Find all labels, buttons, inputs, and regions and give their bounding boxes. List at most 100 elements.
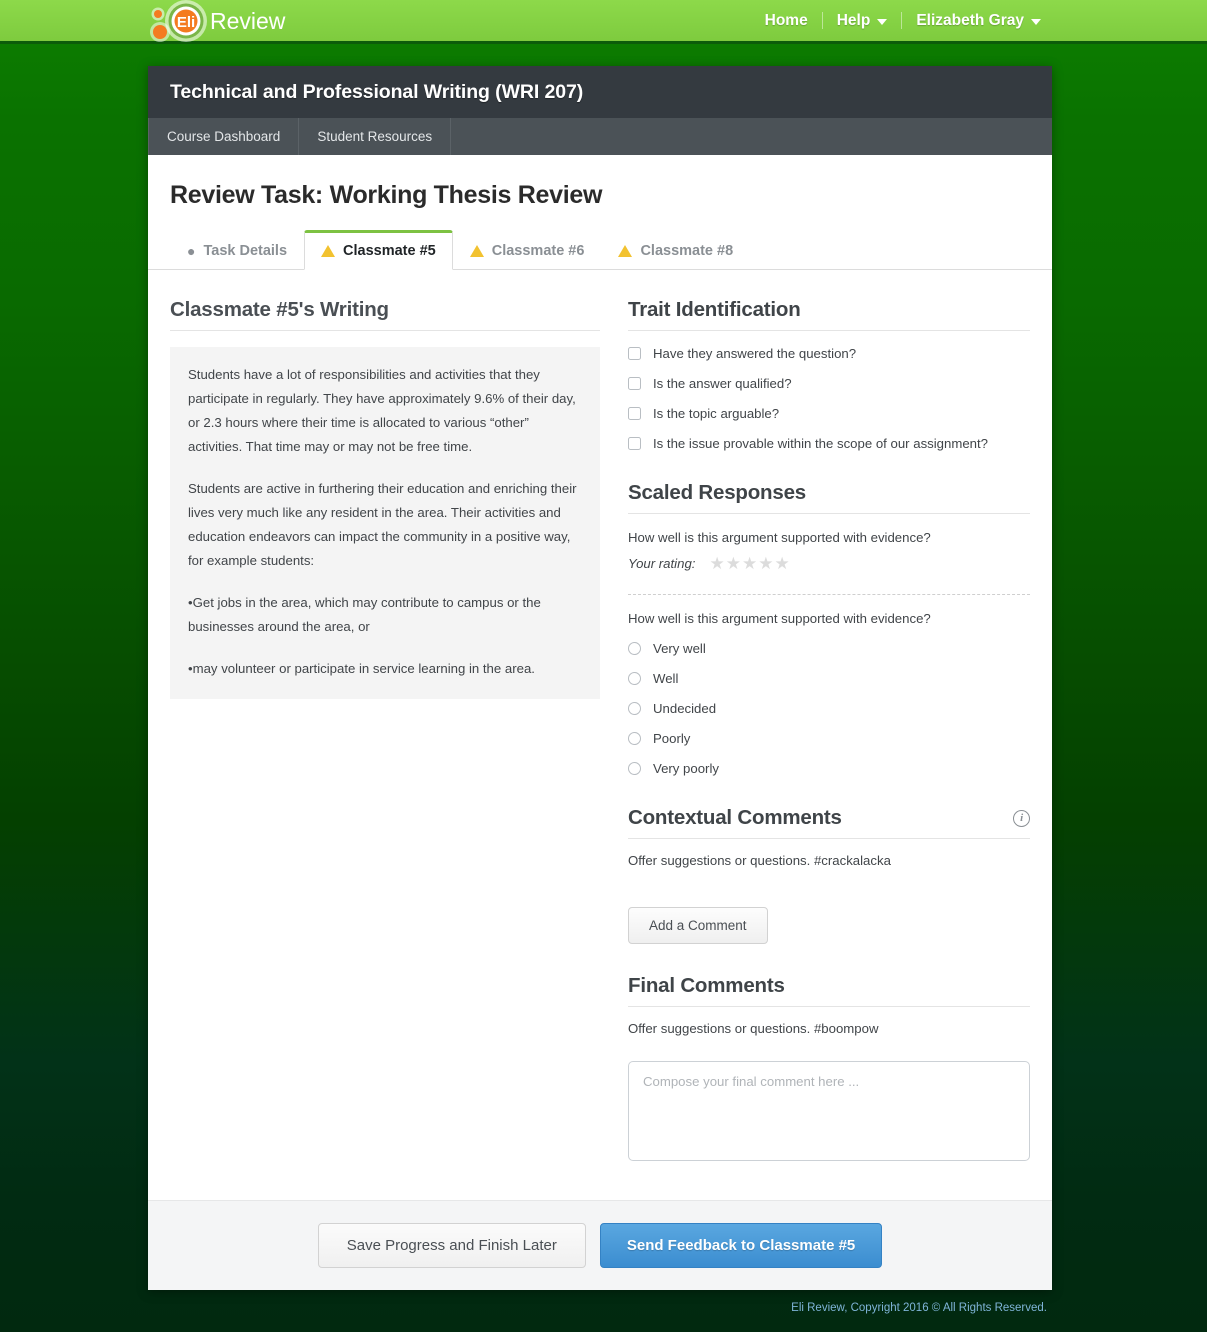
trait-checkbox-row[interactable]: Is the issue provable within the scope o… bbox=[628, 436, 1030, 451]
nav-user-label: Elizabeth Gray bbox=[916, 11, 1024, 29]
final-comments-heading: Final Comments bbox=[628, 974, 1030, 1008]
contextual-comments-heading-label: Contextual Comments bbox=[628, 806, 842, 829]
course-nav: Course Dashboard Student Resources bbox=[148, 118, 1052, 155]
warning-triangle-icon bbox=[469, 245, 484, 257]
global-nav: Home Help Elizabeth Gray bbox=[751, 0, 1055, 41]
trait-identification-heading-label: Trait Identification bbox=[628, 298, 801, 321]
tab-classmate-8-label: Classmate #8 bbox=[640, 243, 734, 259]
tab-classmate-5[interactable]: Classmate #5 bbox=[304, 230, 453, 270]
radio-option-row[interactable]: Undecided bbox=[628, 701, 1030, 716]
final-comment-textarea[interactable] bbox=[628, 1061, 1030, 1162]
trait-checkbox-label: Is the topic arguable? bbox=[653, 406, 780, 421]
save-progress-button[interactable]: Save Progress and Finish Later bbox=[317, 1223, 586, 1269]
radio-option-label: Undecided bbox=[653, 701, 717, 716]
trait-identification-heading: Trait Identification bbox=[628, 298, 1030, 331]
trait-checkbox-row[interactable]: Have they answered the question? bbox=[628, 346, 1030, 361]
scaled-responses-heading: Scaled Responses bbox=[628, 481, 1030, 514]
course-title: Technical and Professional Writing (WRI … bbox=[170, 80, 584, 103]
radio-option-row[interactable]: Well bbox=[628, 671, 1030, 686]
global-header: Eli Review Home Help Elizabeth Gray bbox=[0, 0, 1207, 44]
writing-paragraph: Students are active in furthering their … bbox=[188, 481, 577, 569]
checkbox-icon[interactable] bbox=[628, 407, 641, 420]
radio-option-label: Well bbox=[653, 671, 679, 686]
radio-icon[interactable] bbox=[628, 762, 641, 775]
star-icon[interactable]: ★ bbox=[726, 555, 741, 572]
radio-icon[interactable] bbox=[628, 642, 641, 655]
star-icon[interactable]: ★ bbox=[774, 555, 789, 572]
card-body: Review Task: Working Thesis Review ● Tas… bbox=[148, 155, 1052, 1291]
final-comments-prompt: Offer suggestions or questions. #boompow bbox=[628, 1021, 879, 1037]
radio-option-row[interactable]: Very poorly bbox=[628, 761, 1030, 776]
nav-help[interactable]: Help bbox=[823, 12, 902, 30]
main-card: Technical and Professional Writing (WRI … bbox=[148, 66, 1052, 1291]
nav-home-label: Home bbox=[764, 11, 808, 29]
star-rating-control[interactable]: Your rating: ★ ★ ★ ★ ★ bbox=[628, 555, 1030, 572]
course-nav-dashboard[interactable]: Course Dashboard bbox=[148, 118, 300, 155]
trait-checkbox-label: Is the issue provable within the scope o… bbox=[653, 436, 989, 451]
info-circle-icon[interactable]: i bbox=[1013, 809, 1030, 827]
writing-paragraph: Students have a lot of responsibilities … bbox=[188, 367, 576, 455]
chevron-down-icon bbox=[877, 18, 888, 25]
writing-column: Classmate #5's Writing Students have a l… bbox=[170, 298, 600, 1166]
radio-option-label: Very poorly bbox=[653, 761, 719, 776]
writing-paragraph: •Get jobs in the area, which may contrib… bbox=[188, 595, 541, 635]
checkbox-icon[interactable] bbox=[628, 437, 641, 450]
eli-review-logo[interactable]: Eli Review bbox=[144, 0, 294, 44]
writing-text-box: Students have a lot of responsibilities … bbox=[170, 347, 600, 700]
nav-user-menu[interactable]: Elizabeth Gray bbox=[902, 12, 1055, 30]
review-tabs: ● Task Details Classmate #5 Classmate #6… bbox=[148, 230, 1052, 270]
copyright-text: Eli Review, Copyright 2016 © All Rights … bbox=[791, 1302, 1047, 1314]
radio-option-label: Poorly bbox=[653, 731, 691, 746]
star-question: How well is this argument supported with… bbox=[628, 530, 931, 545]
tab-classmate-5-label: Classmate #5 bbox=[343, 243, 436, 259]
trait-checkbox-label: Have they answered the question? bbox=[653, 346, 857, 361]
writing-heading: Classmate #5's Writing bbox=[170, 298, 600, 331]
final-comments-heading-label: Final Comments bbox=[628, 974, 785, 998]
action-bar: Save Progress and Finish Later Send Feed… bbox=[148, 1200, 1052, 1291]
tab-classmate-6-label: Classmate #6 bbox=[491, 243, 585, 259]
radio-option-row[interactable]: Poorly bbox=[628, 731, 1030, 746]
star-rating-stars[interactable]: ★ ★ ★ ★ ★ bbox=[709, 555, 789, 572]
trait-checkbox-label: Is the answer qualified? bbox=[653, 376, 792, 391]
star-icon[interactable]: ★ bbox=[709, 555, 724, 572]
course-header: Technical and Professional Writing (WRI … bbox=[148, 66, 1052, 118]
nav-home[interactable]: Home bbox=[751, 12, 822, 30]
tab-classmate-8[interactable]: Classmate #8 bbox=[601, 232, 750, 270]
checkbox-icon[interactable] bbox=[628, 347, 641, 360]
star-rating-label: Your rating: bbox=[628, 556, 696, 571]
tab-task-details-label: Task Details bbox=[203, 243, 288, 259]
checkbox-icon[interactable] bbox=[628, 377, 641, 390]
star-icon[interactable]: ★ bbox=[742, 555, 757, 572]
course-nav-resources-label: Student Resources bbox=[317, 129, 433, 144]
star-icon[interactable]: ★ bbox=[758, 555, 773, 572]
eli-review-logo-svg: Eli Review bbox=[150, 0, 286, 42]
trait-checkbox-row[interactable]: Is the topic arguable? bbox=[628, 406, 1030, 421]
nav-help-label: Help bbox=[836, 11, 871, 29]
contextual-comments-heading: Contextual Comments i bbox=[628, 806, 1030, 839]
radio-icon[interactable] bbox=[628, 702, 641, 715]
send-feedback-button[interactable]: Send Feedback to Classmate #5 bbox=[599, 1223, 883, 1269]
course-nav-resources[interactable]: Student Resources bbox=[299, 118, 452, 155]
course-nav-dashboard-label: Course Dashboard bbox=[167, 129, 281, 144]
writing-heading-label: Classmate #5's Writing bbox=[170, 298, 389, 321]
writing-paragraph: •may volunteer or participate in service… bbox=[188, 661, 535, 677]
trait-checkbox-row[interactable]: Is the answer qualified? bbox=[628, 376, 1030, 391]
map-pin-icon: ● bbox=[187, 243, 196, 259]
radio-option-row[interactable]: Very well bbox=[628, 641, 1030, 656]
warning-triangle-icon bbox=[618, 245, 633, 257]
section-divider bbox=[628, 594, 1030, 595]
radio-option-label: Very well bbox=[653, 641, 706, 656]
tab-classmate-6[interactable]: Classmate #6 bbox=[453, 232, 602, 270]
radio-icon[interactable] bbox=[628, 672, 641, 685]
page-title: Review Task: Working Thesis Review bbox=[170, 181, 603, 209]
svg-text:Eli: Eli bbox=[177, 14, 195, 31]
radio-icon[interactable] bbox=[628, 732, 641, 745]
chevron-down-icon bbox=[1031, 18, 1041, 25]
add-comment-button[interactable]: Add a Comment bbox=[628, 907, 768, 945]
logo-wordmark: Review bbox=[210, 8, 286, 34]
scaled-responses-heading-label: Scaled Responses bbox=[628, 481, 806, 504]
tab-task-details[interactable]: ● Task Details bbox=[170, 232, 304, 270]
review-columns: Classmate #5's Writing Students have a l… bbox=[170, 270, 1030, 1166]
feedback-column: Trait Identification Have they answered … bbox=[628, 298, 1030, 1166]
contextual-comments-prompt: Offer suggestions or questions. #crackal… bbox=[628, 853, 891, 868]
